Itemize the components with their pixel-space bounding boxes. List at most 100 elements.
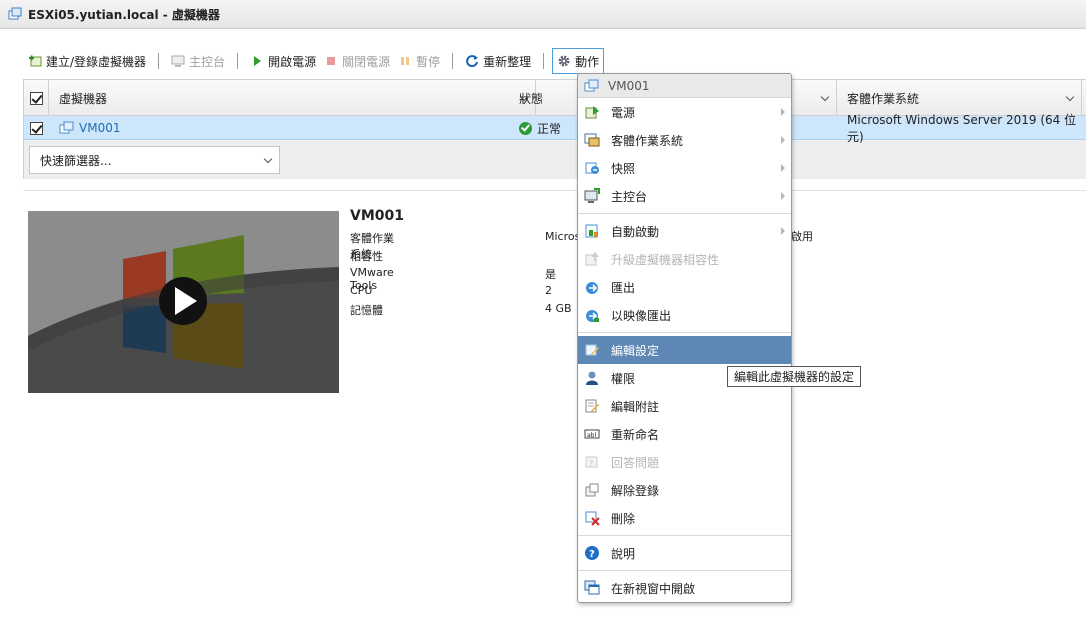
toolbar: 建立/登錄虛擬機器 主控台 開啟電源 關閉電源 暫停 重新整理 動作: [24, 48, 605, 74]
permissions-icon: [586, 371, 598, 385]
toolbar-separator: [237, 53, 239, 69]
help-icon: ?: [585, 546, 599, 560]
section-divider: [23, 190, 1086, 191]
menu-item-unregister[interactable]: 解除登錄: [578, 476, 791, 504]
vm-details: VM001 客體作業系統 Micros 相容性 VMware Tools 是 C…: [350, 208, 581, 318]
menu-item-edit-settings[interactable]: 編輯設定: [578, 336, 791, 364]
menu-separator: [578, 213, 791, 214]
check-circle-icon: [519, 121, 532, 135]
menu-item-answer-question[interactable]: ? 回答問題: [578, 448, 791, 476]
detail-row: 相容性: [350, 250, 383, 263]
vm-console-thumbnail[interactable]: [28, 211, 339, 393]
power-icon: [585, 106, 599, 119]
detail-row: 記憶體 4 GB: [350, 302, 572, 317]
play-icon: [254, 56, 262, 66]
menu-item-upgrade-compatibility[interactable]: 升級虛擬機器相容性: [578, 245, 791, 273]
actions-menu: VM001 電源 客體作業系統 快照 主控台 自動啟動 升級虛擬機器相容性 匯出…: [577, 73, 792, 603]
menu-separator: [578, 332, 791, 333]
chevron-right-icon: [781, 164, 785, 172]
edit-notes-icon: [585, 399, 599, 413]
menu-item-rename[interactable]: abl 重新命名: [578, 420, 791, 448]
export-image-icon: [586, 310, 599, 322]
toolbar-separator: [543, 53, 545, 69]
table-row[interactable]: VM001 正常 Microsoft Windows Server 2019 (…: [24, 113, 1086, 144]
console-button[interactable]: 主控台: [167, 49, 229, 73]
pause-icon: [401, 57, 410, 65]
menu-header: VM001: [578, 74, 791, 98]
autostart-icon: [585, 224, 598, 238]
window-titlebar: ESXi05.yutian.local - 虛擬機器: [0, 0, 1086, 29]
chevron-right-icon: [781, 108, 785, 116]
quick-filter-select[interactable]: 快速篩選器...: [29, 146, 280, 174]
edit-settings-icon: [585, 344, 599, 356]
svg-text:?: ?: [589, 549, 595, 560]
chevron-right-icon: [781, 192, 785, 200]
vm-list-icon: [8, 7, 22, 20]
column-header-partial[interactable]: [792, 80, 837, 116]
unregister-icon: [585, 483, 599, 497]
refresh-button[interactable]: 重新整理: [461, 49, 535, 73]
chevron-right-icon: [781, 136, 785, 144]
menu-item-export[interactable]: 匯出: [578, 273, 791, 301]
menu-item-power[interactable]: 電源: [578, 98, 791, 126]
row-guest-os: Microsoft Windows Server 2019 (64 位元): [847, 113, 1077, 144]
actions-button[interactable]: 動作: [552, 48, 605, 74]
export-icon: [586, 282, 598, 294]
chevron-down-icon: [263, 154, 273, 164]
windows-logo-image: [28, 211, 339, 393]
new-window-icon: [584, 580, 600, 595]
chevron-down-icon: [1065, 92, 1075, 102]
guest-os-icon: [584, 133, 600, 147]
upgrade-icon: [585, 252, 599, 266]
svg-text:?: ?: [589, 459, 593, 468]
checkbox-checked-icon: [30, 91, 43, 105]
delete-icon: [585, 511, 600, 526]
select-all-checkbox[interactable]: [24, 80, 49, 116]
menu-item-guest-os[interactable]: 客體作業系統: [578, 126, 791, 154]
menu-item-help[interactable]: ? 說明: [578, 539, 791, 567]
detail-partial-value: 啟用: [791, 230, 813, 243]
create-vm-icon: [29, 55, 42, 67]
power-on-button[interactable]: 開啟電源: [246, 49, 320, 73]
console-icon: [584, 188, 600, 203]
vm-icon: [584, 79, 599, 91]
gear-icon: [558, 55, 570, 67]
row-status: 正常: [509, 116, 579, 140]
row-vm-name[interactable]: VM001: [49, 116, 509, 140]
snapshot-icon: [585, 162, 599, 174]
menu-item-open-new-window[interactable]: 在新視窗中開啟: [578, 574, 791, 602]
console-icon: [171, 55, 185, 67]
vm-grid: 虛擬機器 狀態 客體作業系統 VM001 正常 Microsoft Window…: [23, 79, 1086, 179]
menu-item-autostart[interactable]: 自動啟動: [578, 217, 791, 245]
vm-details-name: VM001: [350, 208, 404, 224]
column-header-status[interactable]: 狀態: [509, 80, 579, 116]
menu-item-delete[interactable]: 刪除: [578, 504, 791, 532]
menu-item-snapshot[interactable]: 快照: [578, 154, 791, 182]
power-off-button[interactable]: 關閉電源: [320, 49, 394, 73]
vm-icon: [59, 121, 74, 134]
chevron-right-icon: [781, 227, 785, 235]
menu-separator: [578, 535, 791, 536]
menu-item-console[interactable]: 主控台: [578, 182, 791, 210]
detail-row: VMware Tools 是: [350, 266, 556, 292]
toolbar-separator: [158, 53, 160, 69]
checkbox-checked-icon: [30, 121, 43, 135]
refresh-icon: [466, 55, 479, 68]
stop-icon: [327, 57, 336, 65]
rename-icon: abl: [584, 429, 600, 439]
edit-settings-tooltip: 編輯此虛擬機器的設定: [727, 366, 862, 387]
toolbar-separator: [452, 53, 454, 69]
detail-row: CPU 2: [350, 284, 552, 297]
chevron-down-icon: [820, 92, 830, 102]
menu-item-export-image[interactable]: 以映像匯出: [578, 301, 791, 329]
menu-item-edit-notes[interactable]: 編輯附註: [578, 392, 791, 420]
svg-text:abl: abl: [587, 432, 596, 439]
suspend-button[interactable]: 暫停: [394, 49, 444, 73]
answer-question-icon: ?: [585, 456, 598, 468]
menu-separator: [578, 570, 791, 571]
detail-row: 客體作業系統 Micros: [350, 230, 581, 261]
window-title: ESXi05.yutian.local - 虛擬機器: [28, 7, 220, 22]
column-header-name[interactable]: 虛擬機器: [49, 80, 536, 116]
row-checkbox[interactable]: [24, 116, 49, 140]
create-register-vm-button[interactable]: 建立/登錄虛擬機器: [24, 49, 150, 73]
